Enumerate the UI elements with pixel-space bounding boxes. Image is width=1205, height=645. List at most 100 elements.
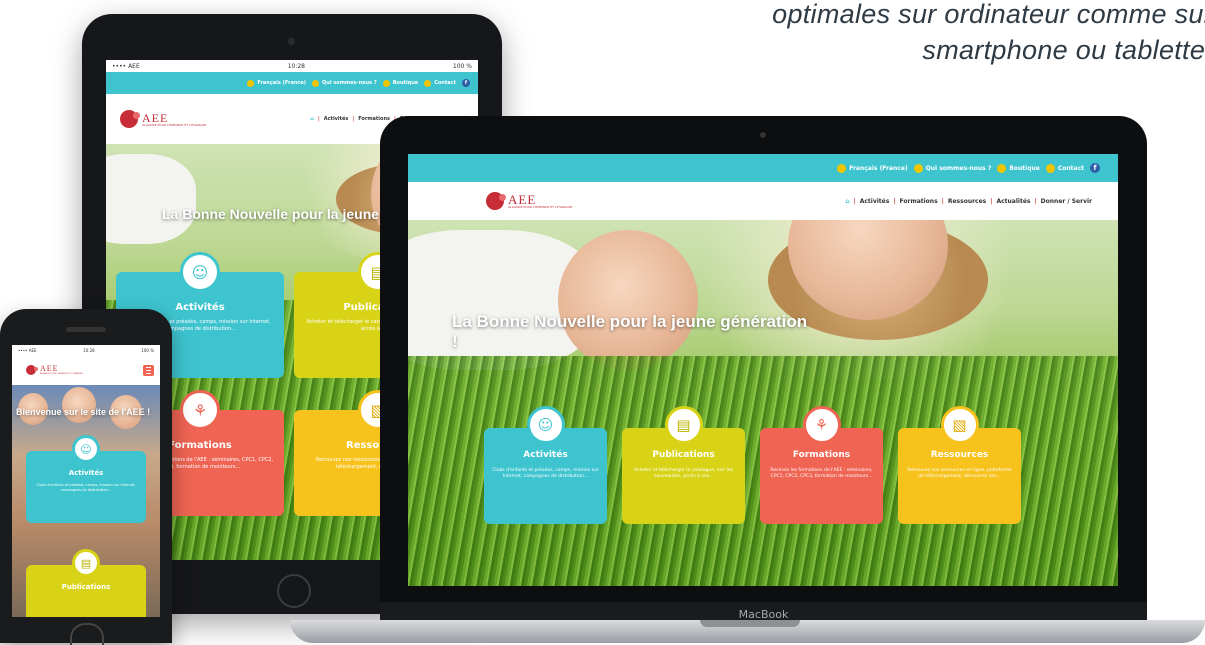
card-publications[interactable]: ▤ Publications (26, 549, 146, 617)
info-icon (913, 163, 923, 173)
hero-banner: Bienvenue sur le site de l'AEE ! ☺ Activ… (12, 385, 160, 617)
tagline-line-2: smartphone ou tablette. (772, 32, 1205, 68)
nav-actualites[interactable]: Actualités (996, 198, 1030, 205)
facebook-icon[interactable]: f (462, 79, 470, 87)
phone-screen: •••• AEE 10:28 100 % AEE ALLIANCE POUR L'… (12, 345, 160, 617)
main-nav: ⌂| Activités| Formations| Ressources| Ac… (845, 197, 1092, 205)
topbar-link-label: Contact (1057, 164, 1084, 172)
topbar-link-label: Français (France) (257, 80, 307, 86)
card-description: Recevez les formations de l'AEE : sémina… (770, 468, 873, 480)
hamburger-menu-icon[interactable] (143, 364, 154, 376)
topbar-link-about[interactable]: Qui sommes-nous ? (312, 79, 377, 87)
laptop-screen: Français (France) Qui sommes-nous ? Bout… (408, 154, 1118, 586)
topbar-link-contact[interactable]: Contact (1045, 163, 1084, 173)
tagline-line-2-text: smartphone ou tablette (922, 35, 1205, 65)
tagline-line-1: optimales sur ordinateur comme sur (772, 0, 1205, 29)
phone-home-button[interactable] (70, 623, 104, 645)
card-publications[interactable]: ▤ Publications Acheter et télécharger le… (622, 406, 745, 524)
card-description: Clubs d'enfants et préados, camps, missi… (492, 468, 599, 480)
phone-device: •••• AEE 10:28 100 % AEE ALLIANCE POUR L'… (0, 309, 172, 645)
topbar-link-shop[interactable]: Boutique (997, 163, 1040, 173)
status-carrier: •••• AEE (112, 62, 140, 70)
card-description: Retrouvez nos ressources en ligne, plate… (907, 468, 1012, 480)
card-title: Activités (68, 469, 104, 477)
hero-title: Bienvenue sur le site de l'AEE ! (16, 407, 151, 417)
tagline: optimales sur ordinateur comme sur smart… (772, 0, 1205, 68)
mail-icon (1045, 163, 1055, 173)
topbar-link-label: Qui sommes-nous ? (925, 164, 992, 172)
topbar-link-contact[interactable]: Contact (424, 79, 456, 87)
feature-cards: ☺ Activités Clubs d'enfants et préados, … (484, 406, 1021, 524)
topbar-link-label: Boutique (1009, 164, 1040, 172)
logo-mark (486, 192, 506, 210)
nav-formations[interactable]: Formations (900, 198, 938, 205)
site-logo[interactable]: AEE ALLIANCE POUR L'ENFANCE ET L'ÉVANGILE (486, 192, 572, 210)
globe-icon (837, 163, 847, 173)
card-title: Formations (792, 450, 851, 460)
logo-mark (26, 365, 38, 375)
status-battery: 100 % (141, 347, 154, 353)
globe-icon (247, 79, 255, 87)
topbar-link-label: Boutique (392, 80, 419, 86)
wheat-icon: ⚘ (802, 406, 841, 444)
card-title: Publications (61, 583, 111, 591)
site-header: AEE ALLIANCE POUR L'ENFANCE ET L'ÉVANGILE… (408, 182, 1118, 220)
topbar-link-shop[interactable]: Boutique (382, 79, 419, 87)
mail-icon (424, 79, 432, 87)
book-icon: ▤ (72, 549, 100, 577)
book-icon: ▤ (664, 406, 703, 444)
tablet-camera (288, 38, 295, 45)
logo-subtitle: ALLIANCE POUR L'ENFANCE ET L'ÉVANGILE (508, 205, 573, 209)
nav-donner-servir[interactable]: Donner / Servir (1041, 198, 1092, 205)
card-ressources[interactable]: ▧ Ressources Retrouvez nos ressources en… (898, 406, 1021, 524)
nav-formations[interactable]: Formations (358, 116, 390, 122)
info-icon (312, 79, 320, 87)
home-icon[interactable]: ⌂ (845, 198, 849, 205)
nav-activites[interactable]: Activités (860, 198, 890, 205)
laptop-camera (760, 132, 766, 138)
topbar-link-language[interactable]: Français (France) (247, 79, 307, 87)
child-face-icon: ☺ (72, 435, 100, 463)
status-time: 10:28 (287, 62, 305, 70)
laptop-base (290, 620, 1205, 643)
logo-name: AEE (142, 110, 169, 125)
status-bar: •••• AEE 10:28 100 % (106, 60, 478, 72)
topbar-link-language[interactable]: Français (France) (837, 163, 908, 173)
status-carrier: •••• AEE (18, 347, 37, 353)
site-logo[interactable]: AEE ALLIANCE POUR L'ENFANCE ET L'ÉVANGILE (120, 110, 206, 128)
card-formations[interactable]: ⚘ Formations Recevez les formations de l… (760, 406, 883, 524)
logo-mark (120, 110, 140, 128)
logo-subtitle: ALLIANCE POUR L'ENFANCE ET L'ÉVANGILE (40, 373, 83, 375)
tablet-home-button[interactable] (277, 574, 311, 608)
top-utility-bar: Français (France) Qui sommes-nous ? Bout… (106, 72, 478, 94)
cart-icon (382, 79, 390, 87)
cart-icon (997, 163, 1007, 173)
site-header: AEE ALLIANCE POUR L'ENFANCE ET L'ÉVANGILE (12, 355, 160, 385)
laptop-notch (700, 620, 800, 627)
card-title: Ressources (930, 450, 989, 460)
home-icon[interactable]: ⌂ (310, 116, 314, 122)
card-activites[interactable]: ☺ Activités Clubs d'enfants et préados, … (484, 406, 607, 524)
topbar-link-label: Contact (434, 80, 456, 86)
hero-banner: La Bonne Nouvelle pour la jeune générati… (408, 220, 1118, 586)
status-battery: 100 % (452, 62, 472, 70)
topbar-link-label: Qui sommes-nous ? (322, 80, 377, 86)
site-logo[interactable]: AEE ALLIANCE POUR L'ENFANCE ET L'ÉVANGILE (26, 365, 83, 375)
logo-subtitle: ALLIANCE POUR L'ENFANCE ET L'ÉVANGILE (142, 122, 207, 127)
facebook-icon[interactable]: f (1090, 163, 1100, 173)
topbar-link-label: Français (France) (849, 164, 908, 172)
logo-name: AEE (40, 364, 59, 373)
laptop-device: Français (France) Qui sommes-nous ? Bout… (380, 116, 1147, 628)
wheat-icon: ⚘ (180, 390, 220, 430)
top-utility-bar: Français (France) Qui sommes-nous ? Bout… (408, 154, 1118, 182)
nav-ressources[interactable]: Ressources (948, 198, 986, 205)
topbar-link-about[interactable]: Qui sommes-nous ? (913, 163, 992, 173)
card-description: Clubs d'enfants et préados, camps, missi… (36, 483, 136, 492)
card-title: Publications (652, 450, 715, 460)
card-description: Acheter et télécharger le catalogue, voi… (633, 468, 734, 480)
status-bar: •••• AEE 10:28 100 % (12, 345, 160, 355)
nav-activites[interactable]: Activités (324, 116, 349, 122)
card-activites[interactable]: ☺ Activités Clubs d'enfants et préados, … (26, 435, 146, 523)
child-face-icon: ☺ (180, 252, 220, 292)
document-icon: ▧ (940, 406, 979, 444)
